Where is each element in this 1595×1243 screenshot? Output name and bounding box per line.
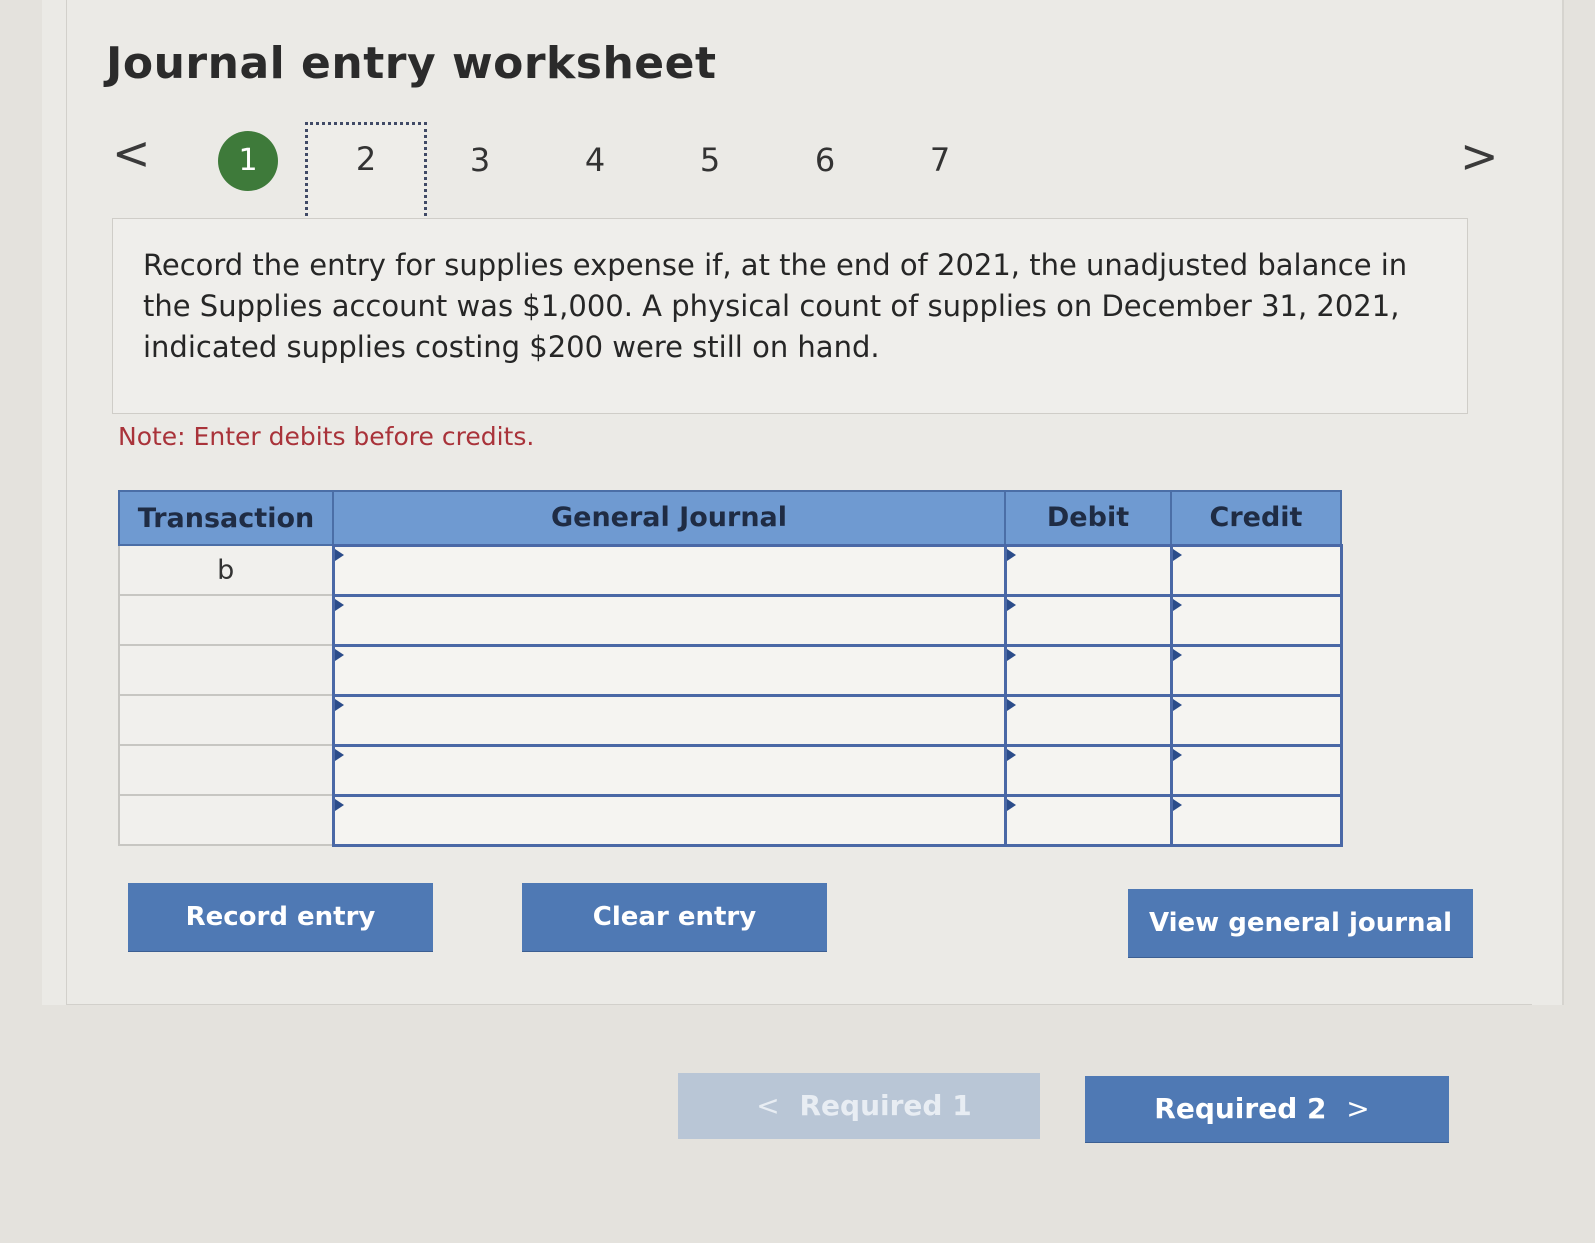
transaction-cell — [118, 744, 334, 796]
account-input[interactable] — [331, 693, 1007, 747]
account-input[interactable] — [331, 593, 1007, 647]
chevron-left-icon[interactable]: < — [112, 130, 151, 176]
col-transaction: Transaction — [118, 490, 334, 546]
transaction-cell — [118, 644, 334, 696]
table-row — [118, 643, 1343, 697]
account-input[interactable] — [331, 743, 1007, 797]
step-1-completed[interactable]: 1 — [218, 131, 278, 191]
table-row — [118, 593, 1343, 647]
col-debit: Debit — [1004, 490, 1172, 546]
table-row: b — [118, 543, 1343, 597]
required-2-label: Required 2 — [1154, 1092, 1327, 1125]
transaction-cell — [118, 594, 334, 646]
required-2-button[interactable]: Required 2 > — [1085, 1076, 1449, 1142]
required-1-label: Required 1 — [799, 1089, 972, 1122]
journal-table: Transaction General Journal Debit Credit… — [118, 490, 1343, 847]
transaction-cell: b — [118, 544, 334, 596]
table-header-row: Transaction General Journal Debit Credit — [118, 490, 1342, 546]
page-title: Journal entry worksheet — [106, 38, 717, 89]
chevron-right-icon: > — [1346, 1092, 1370, 1125]
chevron-right-icon[interactable]: > — [1460, 133, 1499, 179]
col-credit: Credit — [1170, 490, 1342, 546]
chevron-left-icon: < — [756, 1089, 780, 1122]
step-2-current[interactable]: 2 — [305, 122, 427, 222]
step-4[interactable]: 4 — [575, 130, 615, 190]
step-5[interactable]: 5 — [690, 130, 730, 190]
debit-input[interactable] — [1003, 643, 1173, 697]
debit-input[interactable] — [1003, 793, 1173, 847]
debit-input[interactable] — [1003, 543, 1173, 597]
account-input[interactable] — [331, 793, 1007, 847]
credit-input[interactable] — [1169, 593, 1343, 647]
credit-input[interactable] — [1169, 543, 1343, 597]
table-row — [118, 793, 1343, 847]
credit-input[interactable] — [1169, 743, 1343, 797]
transaction-cell — [118, 694, 334, 746]
col-general-journal: General Journal — [332, 490, 1006, 546]
record-entry-button[interactable]: Record entry — [128, 883, 433, 951]
credit-input[interactable] — [1169, 643, 1343, 697]
account-input[interactable] — [331, 543, 1007, 597]
debit-input[interactable] — [1003, 743, 1173, 797]
account-input[interactable] — [331, 643, 1007, 697]
credit-input[interactable] — [1169, 693, 1343, 747]
debit-input[interactable] — [1003, 593, 1173, 647]
step-6[interactable]: 6 — [805, 130, 845, 190]
required-1-button[interactable]: < Required 1 — [678, 1073, 1040, 1139]
credit-input[interactable] — [1169, 793, 1343, 847]
debit-input[interactable] — [1003, 693, 1173, 747]
step-7[interactable]: 7 — [920, 130, 960, 190]
table-row — [118, 693, 1343, 747]
table-row — [118, 743, 1343, 797]
question-text: Record the entry for supplies expense if… — [112, 218, 1468, 414]
transaction-cell — [118, 794, 334, 846]
view-general-journal-button[interactable]: View general journal — [1128, 889, 1473, 957]
clear-entry-button[interactable]: Clear entry — [522, 883, 827, 951]
instruction-note: Note: Enter debits before credits. — [118, 422, 535, 451]
step-3[interactable]: 3 — [460, 130, 500, 190]
